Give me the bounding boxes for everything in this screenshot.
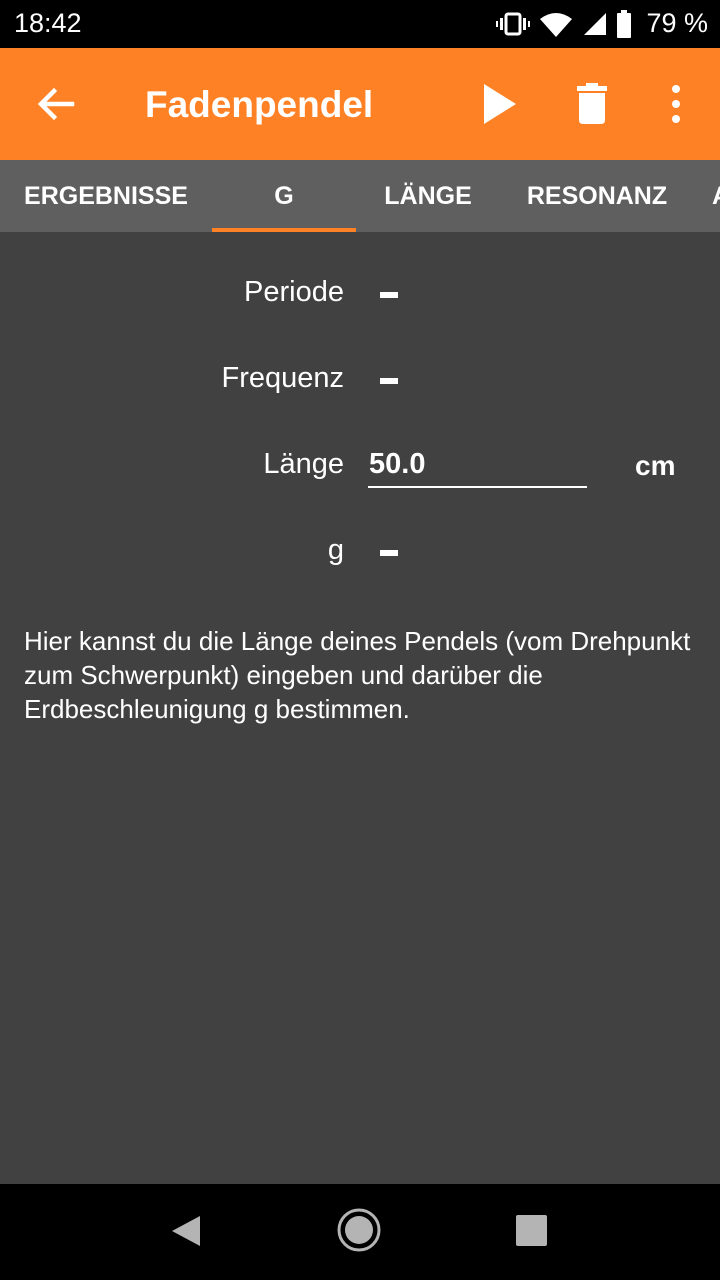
length-label: Länge	[263, 448, 344, 480]
battery-icon	[616, 9, 632, 38]
back-arrow-icon	[37, 87, 75, 121]
status-bar: 18:42 79 %	[0, 0, 720, 48]
length-unit: cm	[635, 450, 676, 481]
back-button[interactable]	[28, 76, 84, 132]
more-vert-icon	[672, 85, 680, 123]
tab-indicator	[212, 228, 356, 232]
length-input-underline	[368, 486, 587, 488]
g-value-placeholder	[380, 550, 398, 556]
frequency-label: Frequenz	[221, 362, 344, 394]
nav-home-icon	[337, 1208, 381, 1252]
page-title: Fadenpendel	[145, 84, 374, 125]
wifi-icon	[538, 11, 574, 37]
play-icon	[484, 84, 516, 124]
tab-laenge[interactable]: LÄNGE	[356, 160, 500, 232]
tab-overflow[interactable]: A	[712, 160, 720, 232]
app-bar: Fadenpendel	[0, 48, 720, 160]
period-label: Periode	[244, 276, 344, 308]
tab-resonanz[interactable]: RESONANZ	[500, 160, 694, 232]
more-options-button[interactable]	[652, 80, 700, 128]
tab-g[interactable]: G	[212, 160, 356, 232]
play-button[interactable]	[476, 80, 524, 128]
length-input[interactable]: 50.0	[369, 448, 425, 481]
description-text: Hier kannst du die Länge deines Pendels …	[24, 626, 691, 724]
nav-back-button[interactable]	[170, 1215, 202, 1252]
vibrate-icon	[496, 12, 531, 36]
tab-ergebnisse[interactable]: ERGEBNISSE	[0, 160, 212, 232]
status-icons: 79 %	[496, 8, 708, 39]
nav-home-button[interactable]	[336, 1207, 382, 1258]
trash-icon	[577, 83, 607, 124]
status-time: 18:42	[14, 8, 82, 38]
signal-icon	[582, 11, 608, 37]
nav-back-icon	[172, 1216, 200, 1246]
delete-button[interactable]	[568, 80, 616, 128]
g-label: g	[327, 534, 344, 566]
frequency-value-placeholder	[380, 378, 398, 384]
battery-percent: 79 %	[646, 8, 708, 38]
nav-recent-button[interactable]	[516, 1215, 547, 1246]
period-value-placeholder	[380, 292, 398, 298]
tab-bar: ERGEBNISSE G LÄNGE RESONANZ A	[0, 160, 720, 232]
